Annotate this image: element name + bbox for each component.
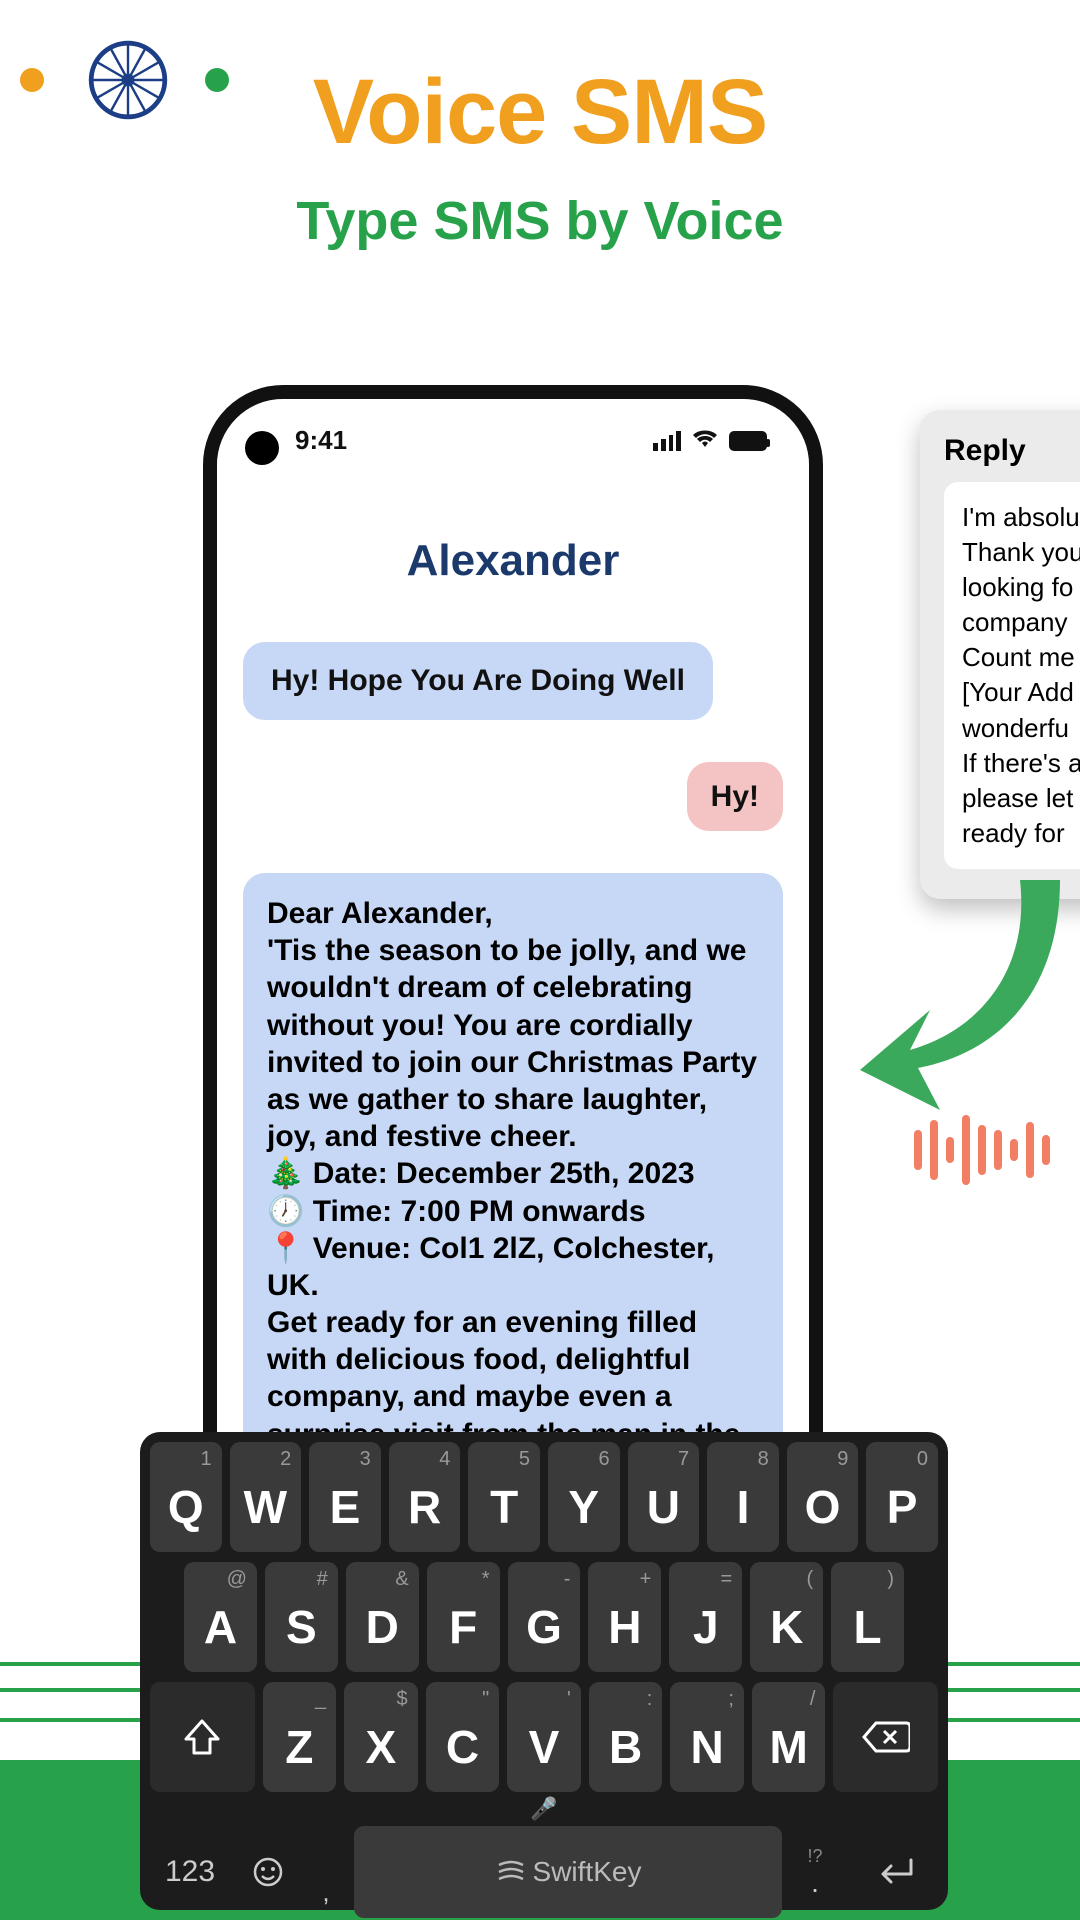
key-u[interactable]: 7U — [628, 1442, 700, 1552]
period-key[interactable]: !? . — [790, 1826, 840, 1918]
key-m[interactable]: /M — [752, 1682, 826, 1792]
comma-key[interactable]: , — [306, 1826, 346, 1918]
key-z[interactable]: _Z — [263, 1682, 337, 1792]
reply-card: Reply I'm absoluThank youlooking focompa… — [920, 410, 1080, 899]
key-g[interactable]: -G — [508, 1562, 581, 1672]
key-t[interactable]: 5T — [468, 1442, 540, 1552]
key-j[interactable]: =J — [669, 1562, 742, 1672]
enter-icon — [871, 1856, 915, 1888]
key-s[interactable]: #S — [265, 1562, 338, 1672]
reply-title: Reply — [944, 434, 1080, 468]
status-time: 9:41 — [295, 425, 347, 456]
key-n[interactable]: ;N — [670, 1682, 744, 1792]
wifi-icon — [691, 425, 719, 456]
key-b[interactable]: :B — [589, 1682, 663, 1792]
key-h[interactable]: +H — [588, 1562, 661, 1672]
key-e[interactable]: 3E — [309, 1442, 381, 1552]
key-c[interactable]: "C — [426, 1682, 500, 1792]
key-y[interactable]: 6Y — [548, 1442, 620, 1552]
key-k[interactable]: (K — [750, 1562, 823, 1672]
page-title: Voice SMS — [0, 60, 1080, 165]
key-x[interactable]: $X — [344, 1682, 418, 1792]
spacebar-label: SwiftKey — [533, 1856, 642, 1888]
key-d[interactable]: &D — [346, 1562, 419, 1672]
swiftkey-icon — [495, 1857, 525, 1887]
backspace-icon — [862, 1719, 910, 1755]
message-outgoing: Hy! — [687, 762, 783, 832]
status-bar: 9:41 — [217, 399, 809, 456]
key-q[interactable]: 1Q — [150, 1442, 222, 1552]
voice-wave-icon — [914, 1115, 1050, 1185]
backspace-key[interactable] — [833, 1682, 938, 1792]
key-o[interactable]: 9O — [787, 1442, 859, 1552]
spacebar[interactable]: SwiftKey — [354, 1826, 782, 1918]
enter-key[interactable] — [848, 1826, 938, 1918]
emoji-icon — [252, 1856, 284, 1888]
message-incoming: Hy! Hope You Are Doing Well — [243, 642, 713, 720]
key-r[interactable]: 4R — [389, 1442, 461, 1552]
key-f[interactable]: *F — [427, 1562, 500, 1672]
camera-dot — [245, 431, 279, 465]
shift-key[interactable] — [150, 1682, 255, 1792]
shift-icon — [182, 1717, 222, 1757]
battery-icon — [729, 431, 767, 451]
arrow-icon — [860, 870, 1080, 1110]
key-w[interactable]: 2W — [230, 1442, 302, 1552]
key-i[interactable]: 8I — [707, 1442, 779, 1552]
page-subtitle: Type SMS by Voice — [0, 190, 1080, 252]
key-p[interactable]: 0P — [866, 1442, 938, 1552]
key-l[interactable]: )L — [831, 1562, 904, 1672]
signal-icon — [653, 431, 681, 451]
emoji-key[interactable] — [238, 1826, 298, 1918]
mic-ghost-icon: 🎤 — [150, 1796, 938, 1822]
contact-name: Alexander — [217, 536, 809, 586]
reply-body: I'm absoluThank youlooking focompanyCoun… — [944, 482, 1080, 869]
keyboard[interactable]: 1Q2W3E4R5T6Y7U8I9O0P @A#S&D*F-G+H=J(K)L … — [140, 1432, 948, 1910]
key-a[interactable]: @A — [184, 1562, 257, 1672]
key-v[interactable]: 'V — [507, 1682, 581, 1792]
numeric-key[interactable]: 123 — [150, 1826, 230, 1918]
